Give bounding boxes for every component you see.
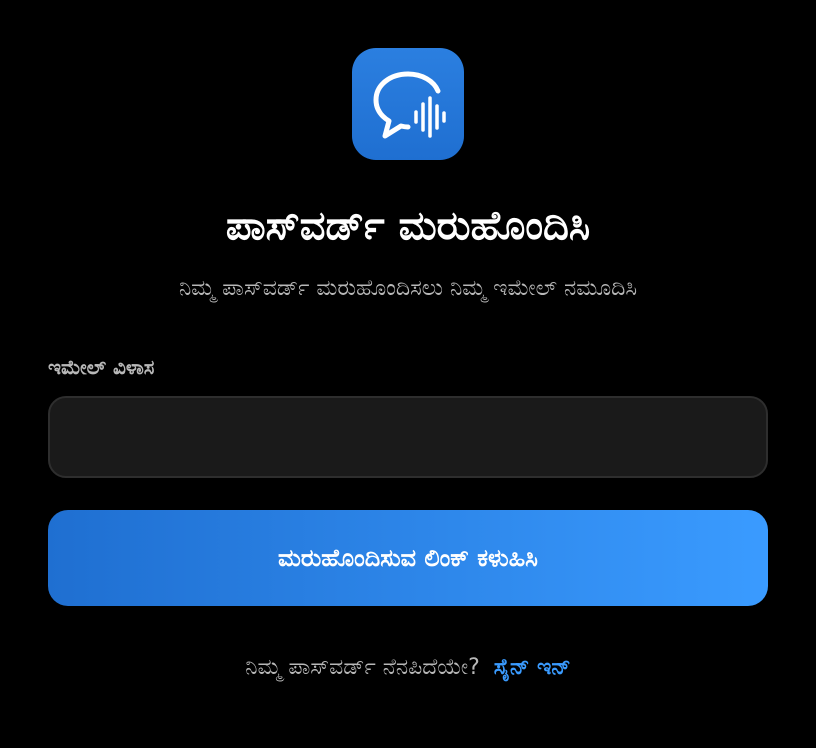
chat-voice-icon [373, 71, 446, 139]
signin-link[interactable]: ಸೈನ್ ಇನ್ [494, 650, 571, 686]
page-subtitle: ನಿಮ್ಮ ಪಾಸ್‌ವರ್ಡ್ ಮರುಹೊಂದಿಸಲು ನಿಮ್ಮ ಇಮೇಲ್… [178, 276, 638, 301]
email-field[interactable] [48, 396, 768, 478]
signin-prompt: ನಿಮ್ಮ ಪಾಸ್‌ವರ್ಡ್ ನೆನಪಿದೆಯೇ? ಸೈನ್ ಇನ್ [0, 650, 816, 686]
app-logo-icon [352, 48, 464, 160]
remember-password-text: ನಿಮ್ಮ ಪಾಸ್‌ವರ್ಡ್ ನೆನಪಿದೆಯೇ? [245, 655, 480, 680]
page-title: ಪಾಸ್‌ವರ್ಡ್ ಮರುಹೊಂದಿಸಿ [225, 203, 591, 249]
send-reset-link-button[interactable]: ಮರುಹೊಂದಿಸುವ ಲಿಂಕ್ ಕಳುಹಿಸಿ [48, 510, 768, 606]
email-label: ಇಮೇಲ್ ವಿಳಾಸ [48, 355, 155, 379]
send-reset-link-label: ಮರುಹೊಂದಿಸುವ ಲಿಂಕ್ ಕಳುಹಿಸಿ [278, 544, 538, 572]
